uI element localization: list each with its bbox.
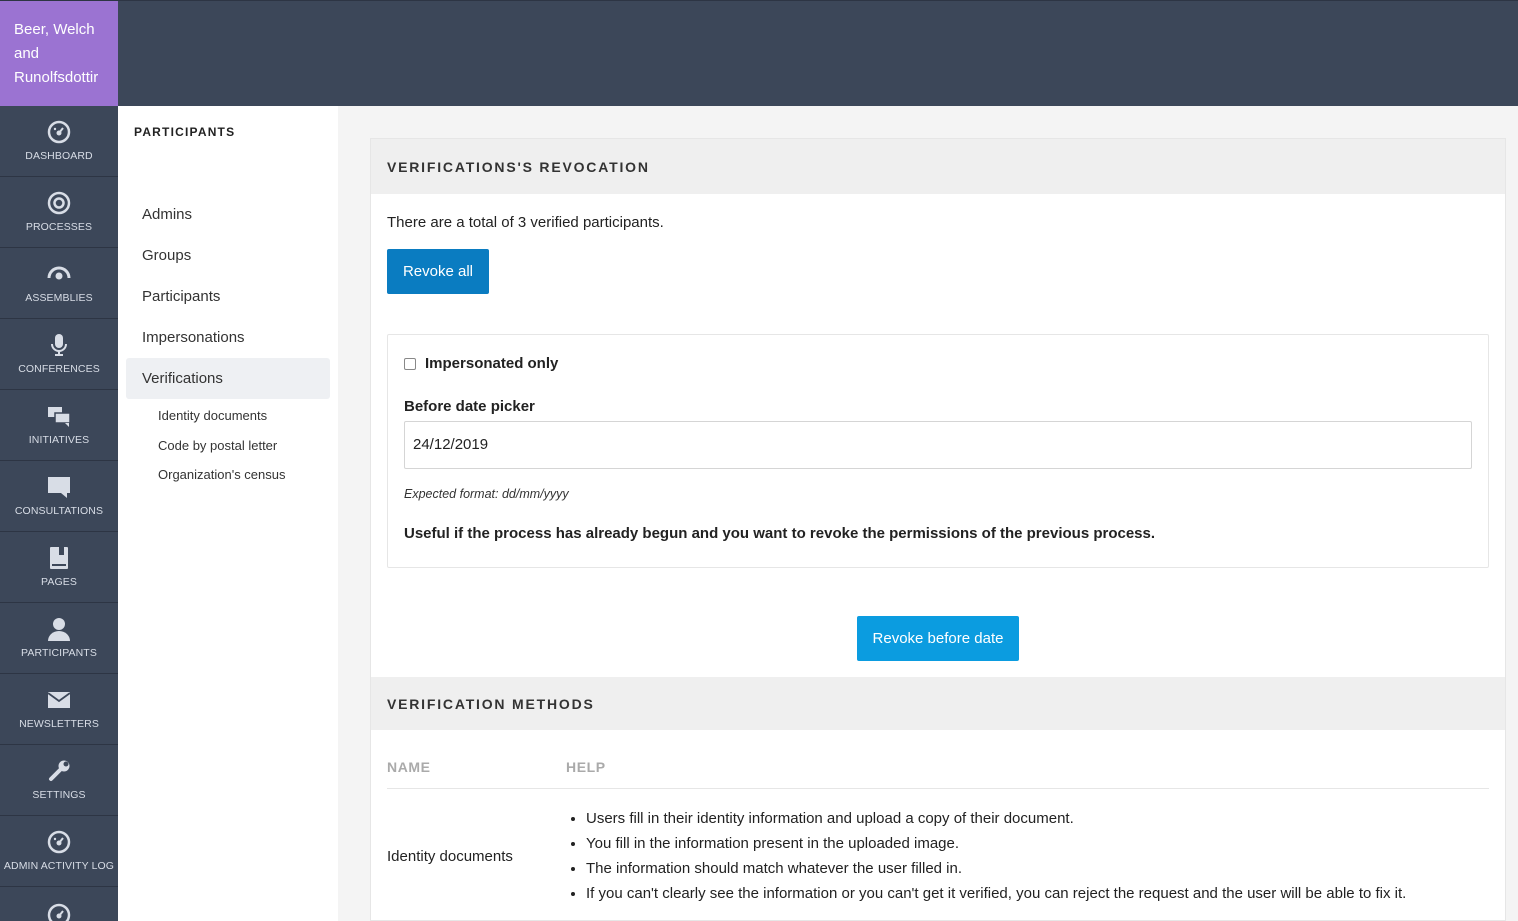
- microphone-icon: [47, 333, 71, 357]
- revoke-filters-fieldset: Impersonated only Before date picker 24/…: [387, 334, 1489, 568]
- method-help: Users fill in their identity information…: [566, 806, 1406, 906]
- person-icon: [47, 617, 71, 641]
- nav-item-newsletters[interactable]: NEWSLETTERS: [0, 674, 118, 745]
- secondary-nav: PARTICIPANTS Admins Groups Participants …: [118, 106, 338, 921]
- top-bar: [0, 0, 1518, 106]
- wrench-icon: [47, 759, 71, 783]
- nav-label: NEWSLETTERS: [19, 718, 99, 730]
- nav-label: PROCESSES: [25, 221, 93, 233]
- before-date-input[interactable]: 24/12/2019: [404, 421, 1472, 469]
- dashboard-icon: [47, 120, 71, 144]
- subnav-subitem-identity-documents[interactable]: Identity documents: [118, 401, 338, 431]
- main-content: VERIFICATIONS'S REVOCATION There are a t…: [370, 138, 1506, 921]
- nav-item-admin-activity-log[interactable]: ADMIN ACTIVITY LOG: [0, 816, 118, 887]
- nav-item-initiatives[interactable]: INITIATIVES: [0, 390, 118, 461]
- revoke-before-date-button[interactable]: Revoke before date: [857, 616, 1019, 661]
- book-icon: [47, 546, 71, 570]
- nav-item-assemblies[interactable]: ASSEMBLIES: [0, 248, 118, 319]
- nav-item-pages[interactable]: PAGES: [0, 532, 118, 603]
- nav-item-participants[interactable]: PARTICIPANTS: [0, 603, 118, 674]
- verification-methods-title: VERIFICATION METHODS: [371, 677, 1505, 730]
- subnav-item-participants[interactable]: Participants: [126, 276, 330, 317]
- nav-label: ADMIN ACTIVITY LOG: [3, 860, 115, 872]
- nav-label: PAGES: [41, 576, 77, 588]
- dashboard-icon: [47, 903, 71, 921]
- column-header-help: HELP: [566, 759, 606, 775]
- dashboard-icon: [47, 830, 71, 854]
- nav-label: DASHBOARD: [25, 150, 93, 162]
- help-item: You fill in the information present in t…: [586, 831, 1406, 856]
- subnav-item-impersonations[interactable]: Impersonations: [126, 317, 330, 358]
- method-name: Identity documents: [387, 847, 513, 865]
- revoke-hint-text: Useful if the process has already begun …: [404, 525, 1156, 542]
- verification-methods-table: NAME HELP Identity documents Users fill …: [387, 730, 1489, 921]
- nav-label: ASSEMBLIES: [25, 292, 93, 304]
- nav-label: CONFERENCES: [18, 363, 100, 375]
- speech-bubble-icon: [47, 475, 71, 499]
- subnav-item-groups[interactable]: Groups: [126, 235, 330, 276]
- revocation-body: There are a total of 3 verified particip…: [371, 194, 1505, 568]
- revoke-before-date-row: Revoke before date: [371, 568, 1505, 677]
- initiatives-icon: [47, 404, 71, 428]
- verified-total-text: There are a total of 3 verified particip…: [387, 214, 664, 231]
- date-format-help: Expected format: dd/mm/yyyy: [404, 487, 569, 501]
- subnav-item-admins[interactable]: Admins: [126, 194, 330, 235]
- processes-icon: [47, 191, 71, 215]
- nav-label: INITIATIVES: [28, 434, 90, 446]
- nav-label: CONSULTATIONS: [14, 505, 104, 517]
- envelope-icon: [47, 688, 71, 712]
- nav-label: PARTICIPANTS: [21, 647, 97, 659]
- nav-item-settings[interactable]: SETTINGS: [0, 745, 118, 816]
- assemblies-icon: [47, 262, 71, 286]
- nav-item-dashboard[interactable]: DASHBOARD: [0, 106, 118, 177]
- revoke-all-button[interactable]: Revoke all: [387, 249, 489, 294]
- org-name-line: Runolfsdottir: [14, 69, 99, 86]
- main-menu: DASHBOARD PROCESSES ASSEMBLIES CONFERENC…: [0, 106, 118, 921]
- date-picker-label: Before date picker: [404, 398, 535, 415]
- table-header: NAME HELP: [387, 730, 1489, 789]
- nav-label: SETTINGS: [32, 789, 86, 801]
- nav-item-processes[interactable]: PROCESSES: [0, 177, 118, 248]
- help-item: Users fill in their identity information…: [586, 806, 1406, 831]
- impersonated-only-checkbox[interactable]: [404, 357, 416, 370]
- subnav-subitem-postal-letter[interactable]: Code by postal letter: [118, 431, 338, 461]
- organization-name[interactable]: Beer, Welch and Runolfsdottir: [0, 1, 118, 106]
- nav-item-consultations[interactable]: CONSULTATIONS: [0, 461, 118, 532]
- nav-item-conferences[interactable]: CONFERENCES: [0, 319, 118, 390]
- column-header-name: NAME: [387, 759, 431, 775]
- subnav-subitem-census[interactable]: Organization's census: [118, 460, 338, 490]
- impersonated-only-checkbox-row[interactable]: Impersonated only: [404, 355, 1472, 372]
- impersonated-only-label: Impersonated only: [425, 355, 559, 372]
- subnav-item-verifications[interactable]: Verifications: [126, 358, 330, 399]
- help-item: The information should match whatever th…: [586, 856, 1406, 881]
- secondary-nav-title: PARTICIPANTS: [134, 125, 236, 139]
- nav-item-more[interactable]: [0, 887, 118, 921]
- table-row: Identity documents Users fill in their i…: [387, 789, 1489, 921]
- org-name-line: Beer, Welch: [14, 21, 95, 38]
- help-item: If you can't clearly see the information…: [586, 881, 1406, 906]
- revocation-title: VERIFICATIONS'S REVOCATION: [371, 139, 1505, 194]
- org-name-line: and: [14, 45, 40, 62]
